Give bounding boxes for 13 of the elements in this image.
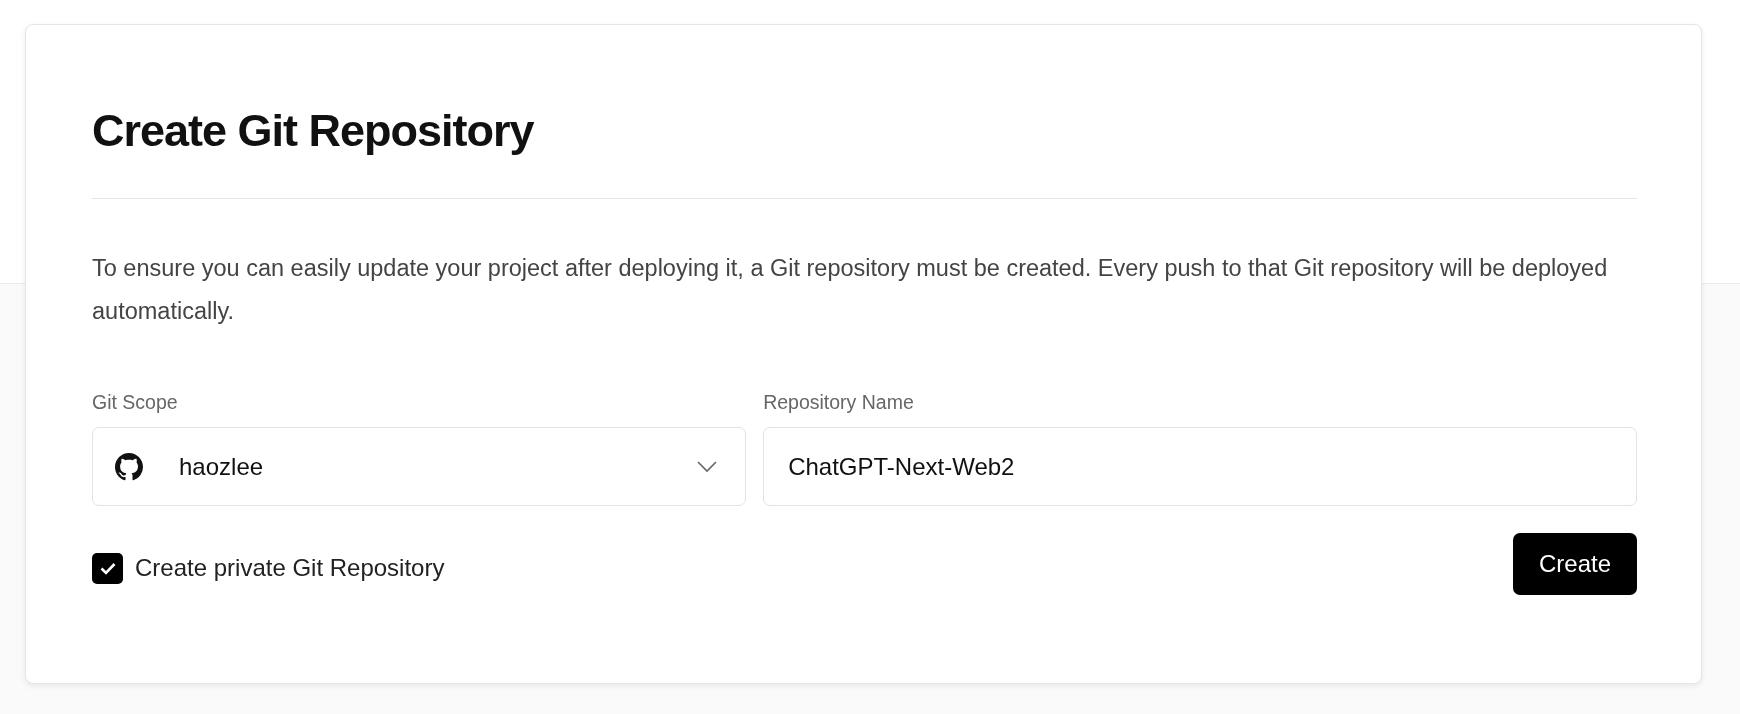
checkmark-icon xyxy=(99,561,116,575)
private-checkbox[interactable] xyxy=(92,552,123,584)
chevron-down-icon xyxy=(697,460,718,473)
create-button[interactable]: Create xyxy=(1512,533,1637,596)
github-icon xyxy=(115,452,143,481)
repository-name-field[interactable]: ChatGPT-Next-Web2 xyxy=(763,427,1637,507)
field-label: Repository Name xyxy=(763,390,915,415)
description-text: To ensure you can easily update your project after deploying it, a Git repository must be created. Every push to that Git repository will be deployed automatically. xyxy=(92,254,1609,326)
scope-value: haozlee xyxy=(179,451,265,482)
scope-dropdown[interactable]: haozlee xyxy=(92,427,747,507)
dialog-title: Create Git Repository xyxy=(92,104,535,158)
checkbox-label: Create private Git Repository xyxy=(135,553,445,584)
field-label: Git Scope xyxy=(92,390,179,415)
